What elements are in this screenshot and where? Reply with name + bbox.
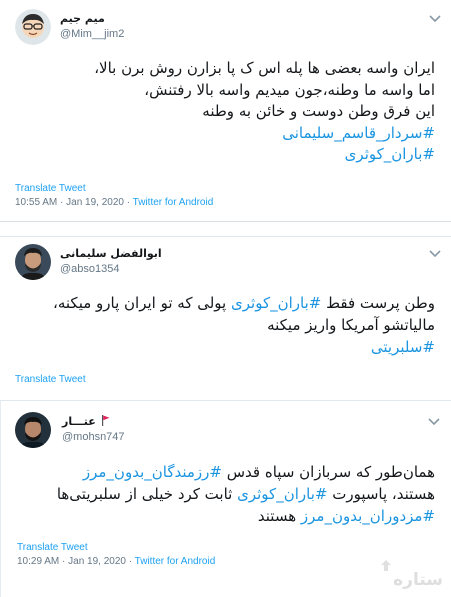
tweet-text: همان‌طور که سربازان سپاه قدس #رزمندگان_ب…: [57, 461, 435, 527]
translate-tweet-link[interactable]: Translate Tweet: [15, 183, 86, 194]
tweet-source-link[interactable]: Twitter for Android: [133, 197, 214, 208]
chevron-down-icon[interactable]: [428, 14, 442, 24]
username[interactable]: @abso1354: [60, 263, 120, 275]
hashtag-link[interactable]: #باران_کوثری: [231, 294, 321, 312]
tweet-text: ایران واسه بعضی ها پله اس ک پا بزارن روش…: [94, 58, 435, 166]
tweet-text: وطن پرست فقط #باران_کوثری پولی که تو ایر…: [53, 292, 435, 358]
tweet-line: ایران واسه بعضی ها پله اس ک پا بزارن روش…: [94, 59, 435, 77]
translate-tweet-link[interactable]: Translate Tweet: [17, 542, 88, 553]
hashtag-link[interactable]: #باران_کوثری: [94, 144, 435, 166]
tweet-line: این فرق وطن دوست و خائن به وطنه: [202, 102, 435, 120]
watermark-logo: ستاره: [381, 560, 443, 590]
tweet-line: اما واسه ما وطنه،جون میدیم واسه بالا رفت…: [144, 80, 435, 99]
tweet-line: مالیاتشو آمریکا واریز میکنه: [267, 316, 435, 334]
username[interactable]: @mohsn747: [62, 431, 125, 443]
chevron-down-icon[interactable]: [427, 417, 441, 427]
hashtag-link[interactable]: #سلبریتی: [53, 336, 435, 358]
hashtag-link[interactable]: #رزمندگان_بدون_مرز: [83, 463, 222, 481]
tweet-line: همان‌طور که سربازان سپاه قدس #رزمندگان_ب…: [82, 463, 435, 481]
tweet-source-link[interactable]: Twitter for Android: [135, 556, 216, 567]
display-name[interactable]: عتـــار: [62, 415, 110, 428]
divider: [0, 222, 451, 236]
hashtag-link[interactable]: #مزدوران_بدون_مرز: [301, 507, 435, 525]
tweet-card: ابوالفضل سلیمانی @abso1354 وطن پرست فقط …: [0, 236, 451, 394]
tweet-line: #مزدوران_بدون_مرز هستند: [257, 507, 435, 525]
tweet-metadata: 10:55 AM · Jan 19, 2020 · Twitter for An…: [15, 197, 213, 208]
tweet-timestamp[interactable]: 10:29 AM · Jan 19, 2020 ·: [17, 556, 135, 567]
svg-text:ستاره: ستاره: [393, 570, 443, 590]
display-name[interactable]: ابوالفضل سلیمانی: [60, 247, 162, 260]
avatar[interactable]: [15, 9, 51, 45]
tweet-timestamp[interactable]: 10:55 AM · Jan 19, 2020 ·: [15, 197, 133, 208]
red-flag-icon: [101, 415, 110, 426]
username[interactable]: @Mim__jim2: [60, 28, 124, 40]
tweet-metadata: 10:29 AM · Jan 19, 2020 · Twitter for An…: [17, 556, 215, 567]
tweet-card: میم جیم @Mim__jim2 ایران واسه بعضی ها پل…: [0, 0, 451, 222]
display-name[interactable]: میم جیم: [60, 12, 105, 25]
tweet-line: هستند، پاسپورت #باران_کوثری ثابت کرد خیل…: [56, 485, 435, 503]
chevron-down-icon[interactable]: [428, 249, 442, 259]
hashtag-link[interactable]: #باران_کوثری: [237, 485, 327, 503]
avatar[interactable]: [15, 244, 51, 280]
translate-tweet-link[interactable]: Translate Tweet: [15, 374, 86, 385]
tweet-line: وطن پرست فقط #باران_کوثری پولی که تو ایر…: [53, 294, 435, 312]
avatar[interactable]: [15, 412, 51, 448]
hashtag-link[interactable]: #سردار_قاسم_سلیمانی: [94, 123, 435, 145]
